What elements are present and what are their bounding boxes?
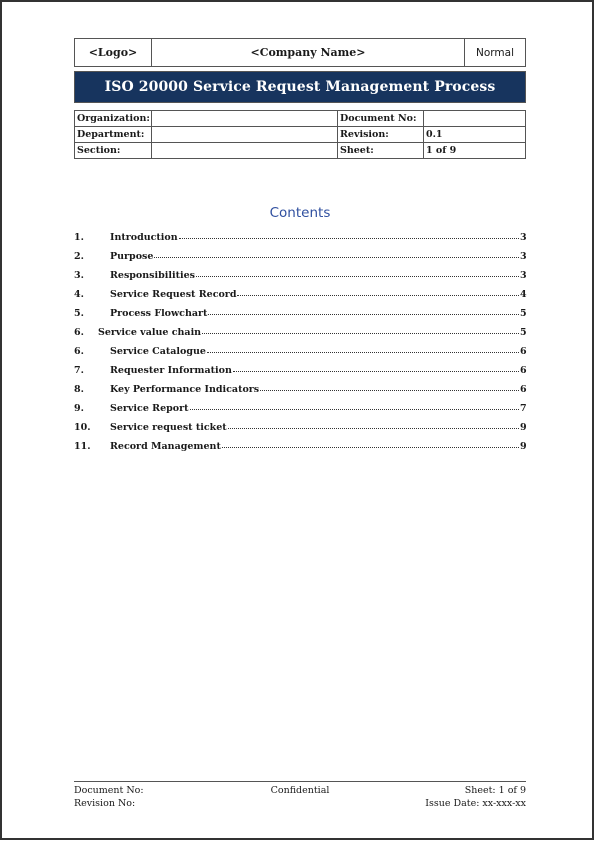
header-table: <Logo> <Company Name> Normal: [74, 38, 526, 67]
toc-entry[interactable]: 11. Record Management 9: [74, 439, 527, 459]
toc-number: 9.: [74, 403, 84, 414]
toc-leader-dots: [202, 325, 519, 334]
toc-label[interactable]: Service Catalogue: [110, 346, 206, 357]
info-row: Department: Revision: 0.1: [74, 126, 526, 143]
organization-label: Organization:: [74, 110, 152, 127]
toc-entry[interactable]: 4. Service Request Record 4: [74, 287, 527, 307]
footer-issue-date: Issue Date: xx-xxx-xx: [425, 798, 527, 809]
section-value: [151, 142, 338, 159]
classification-label: Normal: [464, 38, 526, 67]
toc-leader-dots: [178, 230, 519, 239]
contents-heading: Contents: [269, 205, 331, 221]
department-value: [151, 126, 338, 143]
toc-label[interactable]: Purpose: [110, 251, 153, 262]
toc-number: 2.: [74, 251, 84, 262]
toc-label[interactable]: Introduction: [110, 232, 178, 243]
toc-number: 3.: [74, 270, 84, 281]
toc-label[interactable]: Service request ticket: [110, 422, 227, 433]
document-page: <Logo> <Company Name> Normal ISO 20000 S…: [0, 0, 594, 840]
footer-revision-no: Revision No:: [74, 798, 136, 809]
toc-page-number: 9: [520, 422, 527, 433]
toc-label[interactable]: Key Performance Indicators: [110, 384, 259, 395]
toc-number: 7.: [74, 365, 84, 376]
sheet-value: 1 of 9: [423, 142, 526, 159]
sheet-label: Sheet:: [337, 142, 424, 159]
section-label: Section:: [74, 142, 152, 159]
footer-document-no: Document No:: [74, 785, 144, 796]
toc-number: 6.: [74, 327, 84, 338]
toc-entry[interactable]: 5. Process Flowchart 5: [74, 306, 527, 326]
toc-page-number: 5: [520, 327, 527, 338]
toc-page-number: 6: [520, 365, 527, 376]
toc-page-number: 3: [520, 270, 527, 281]
toc-leader-dots: [154, 249, 519, 258]
toc-entry[interactable]: 8. Key Performance Indicators 6: [74, 382, 527, 402]
toc-number: 6.: [74, 346, 84, 357]
revision-label: Revision:: [337, 126, 424, 143]
toc-number: 1.: [74, 232, 84, 243]
toc-leader-dots: [232, 363, 519, 372]
toc-leader-dots: [237, 287, 519, 296]
toc-number: 4.: [74, 289, 84, 300]
toc-page-number: 6: [520, 384, 527, 395]
table-of-contents: 1. Introduction 3 2. Purpose 3 3. Respon…: [74, 230, 527, 459]
toc-leader-dots: [189, 401, 519, 410]
toc-label[interactable]: Service Report: [110, 403, 189, 414]
toc-page-number: 6: [520, 346, 527, 357]
toc-entry[interactable]: 2. Purpose 3: [74, 249, 527, 269]
toc-leader-dots: [208, 306, 519, 315]
department-label: Department:: [74, 126, 152, 143]
toc-entry[interactable]: 10. Service request ticket 9: [74, 420, 527, 440]
toc-leader-dots: [196, 268, 519, 277]
toc-leader-dots: [221, 439, 519, 448]
footer-confidential: Confidential: [270, 785, 330, 796]
toc-entry[interactable]: 6. Service value chain 5: [74, 325, 527, 345]
organization-value: [151, 110, 338, 127]
toc-number: 8.: [74, 384, 84, 395]
toc-page-number: 9: [520, 441, 527, 452]
toc-page-number: 4: [520, 289, 527, 300]
toc-label[interactable]: Responsibilities: [110, 270, 195, 281]
toc-label[interactable]: Requester Information: [110, 365, 232, 376]
revision-value: 0.1: [423, 126, 526, 143]
toc-leader-dots: [227, 420, 519, 429]
document-title: ISO 20000 Service Request Management Pro…: [74, 71, 526, 103]
toc-entry[interactable]: 9. Service Report 7: [74, 401, 527, 421]
footer-row: Revision No: Issue Date: xx-xxx-xx: [74, 797, 526, 810]
toc-number: 11.: [74, 441, 91, 452]
toc-number: 5.: [74, 308, 84, 319]
document-no-value: [423, 110, 526, 127]
company-name: <Company Name>: [151, 38, 465, 67]
toc-label[interactable]: Record Management: [110, 441, 221, 452]
toc-number: 10.: [74, 422, 91, 433]
page-footer: Document No: Confidential Sheet: 1 of 9 …: [74, 781, 526, 810]
toc-leader-dots: [260, 382, 519, 391]
footer-sheet: Sheet: 1 of 9: [464, 785, 527, 796]
logo-placeholder: <Logo>: [74, 38, 152, 67]
toc-entry[interactable]: 1. Introduction 3: [74, 230, 527, 250]
toc-page-number: 5: [520, 308, 527, 319]
toc-label[interactable]: Service Request Record: [110, 289, 236, 300]
toc-leader-dots: [206, 344, 519, 353]
toc-label[interactable]: Process Flowchart: [110, 308, 207, 319]
document-no-label: Document No:: [337, 110, 424, 127]
toc-entry[interactable]: 3. Responsibilities 3: [74, 268, 527, 288]
toc-label[interactable]: Service value chain: [98, 327, 201, 338]
toc-entry[interactable]: 6. Service Catalogue 6: [74, 344, 527, 364]
toc-page-number: 7: [520, 403, 527, 414]
info-row: Organization: Document No:: [74, 110, 526, 127]
document-info-table: Organization: Document No: Department: R…: [74, 110, 526, 159]
footer-row: Document No: Confidential Sheet: 1 of 9: [74, 784, 526, 797]
info-row: Section: Sheet: 1 of 9: [74, 142, 526, 159]
footer-spacer: [225, 797, 376, 810]
toc-page-number: 3: [520, 232, 527, 243]
toc-page-number: 3: [520, 251, 527, 262]
toc-entry[interactable]: 7. Requester Information 6: [74, 363, 527, 383]
